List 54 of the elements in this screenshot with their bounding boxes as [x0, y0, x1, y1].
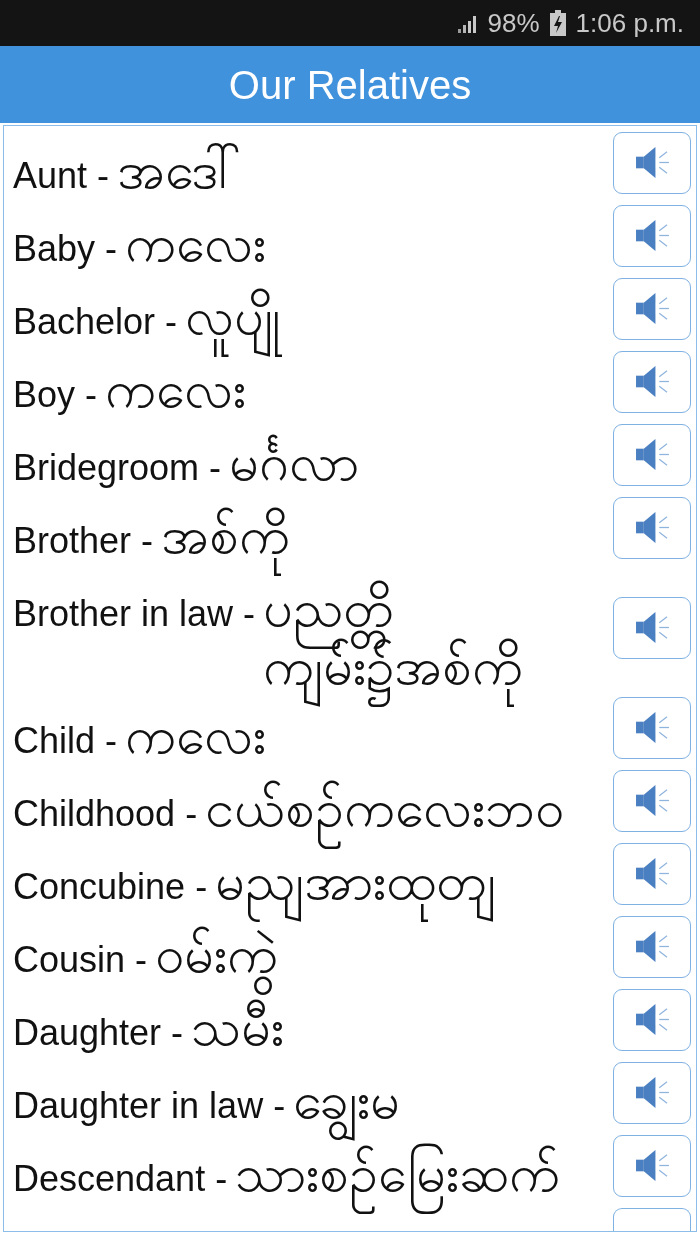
myanmar-translation: ကလေး: [125, 706, 267, 766]
english-term: Descendant -: [13, 1157, 228, 1201]
myanmar-translation: မင်္ဂလာ: [229, 432, 360, 493]
play-audio-button[interactable]: [613, 696, 691, 759]
speaker-icon: [635, 1004, 669, 1035]
clock-time: 1:06 p.m.: [575, 8, 684, 38]
play-audio-button[interactable]: [613, 1207, 691, 1231]
speaker-icon: [635, 147, 669, 178]
myanmar-translation: သမီး: [191, 997, 285, 1058]
speaker-icon: [635, 512, 669, 543]
english-term: Daughter in law -: [13, 1084, 286, 1128]
play-audio-button[interactable]: [613, 204, 691, 267]
speaker-icon: [635, 366, 669, 397]
english-term: Boy -: [13, 373, 98, 417]
play-audio-button[interactable]: [613, 350, 691, 413]
screen-title: Our Relatives: [228, 61, 472, 109]
english-term: Bridegroom -: [13, 446, 222, 490]
battery-percent: 98%: [487, 8, 540, 38]
speaker-icon: [635, 293, 669, 324]
speaker-icon: [635, 931, 669, 962]
english-term: Brother -: [13, 519, 154, 563]
play-audio-button[interactable]: [613, 769, 691, 832]
english-term: Bachelor -: [13, 300, 178, 344]
speaker-icon: [635, 1077, 669, 1108]
english-term: Baby -: [13, 227, 118, 271]
play-audio-button[interactable]: [613, 423, 691, 486]
myanmar-translation: အဒေါ်: [117, 140, 242, 201]
english-term: Daughter -: [13, 1011, 184, 1055]
play-audio-button[interactable]: [613, 277, 691, 340]
play-audio-button[interactable]: [613, 1134, 691, 1197]
speaker-icon: [635, 1150, 669, 1181]
speaker-icon: [635, 858, 669, 889]
play-audio-button[interactable]: [613, 596, 691, 659]
speaker-icon: [635, 220, 669, 251]
battery-charging-icon: [549, 10, 566, 36]
myanmar-translation: ကလေး: [125, 213, 267, 274]
play-audio-button[interactable]: [613, 842, 691, 905]
speaker-icon: [635, 785, 669, 816]
english-term: Brother in law -: [13, 591, 256, 636]
speaker-icon: [635, 712, 669, 743]
play-audio-button[interactable]: [613, 988, 691, 1051]
speaker-icon: [635, 439, 669, 470]
play-audio-button[interactable]: [613, 496, 691, 559]
english-term: Cousin -: [13, 938, 148, 982]
play-audio-button[interactable]: [613, 1061, 691, 1124]
myanmar-translation: လူပျို: [185, 279, 282, 361]
play-audio-button[interactable]: [613, 915, 691, 978]
play-audio-button[interactable]: [613, 131, 691, 194]
english-term: Concubine -: [13, 865, 208, 909]
myanmar-translation: ကလေး: [105, 359, 247, 420]
english-term: Aunt -: [13, 154, 110, 198]
speaker-icon: [635, 612, 669, 643]
english-term: Child -: [13, 719, 118, 763]
english-term: Childhood -: [13, 792, 198, 836]
